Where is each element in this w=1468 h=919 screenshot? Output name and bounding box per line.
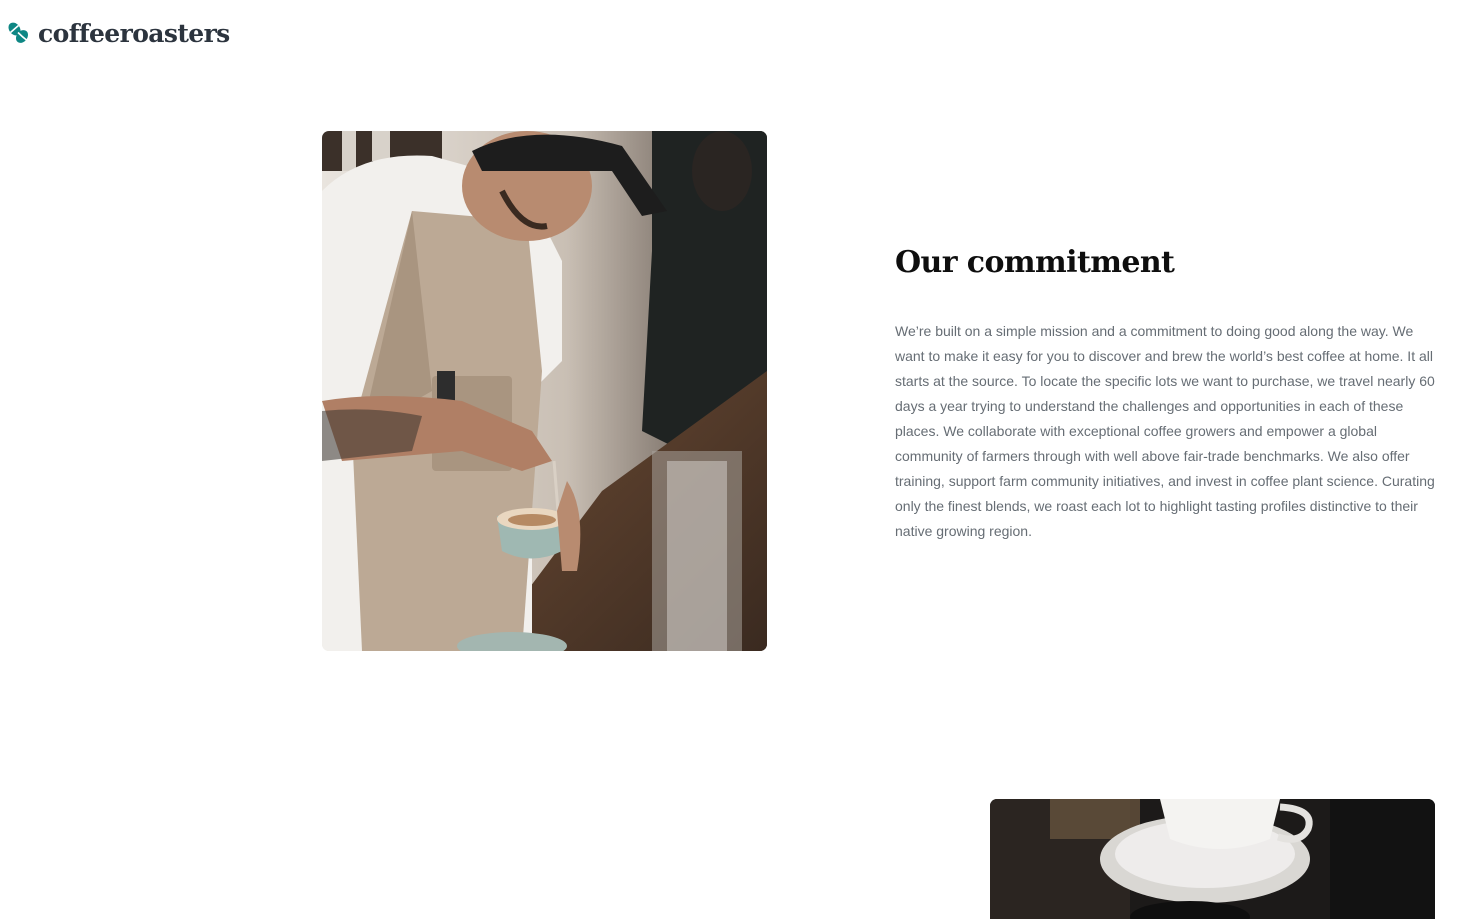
brand-name: coffeeroasters bbox=[38, 18, 230, 48]
brand-logo-link[interactable]: coffeeroasters bbox=[6, 20, 230, 46]
coffee-beans-icon bbox=[6, 20, 32, 46]
coffee-cup-image bbox=[990, 799, 1435, 919]
commitment-heading: Our commitment bbox=[895, 245, 1175, 280]
commitment-body-text: We’re built on a simple mission and a co… bbox=[895, 323, 1435, 539]
barista-pouring-latte-image bbox=[322, 131, 767, 651]
